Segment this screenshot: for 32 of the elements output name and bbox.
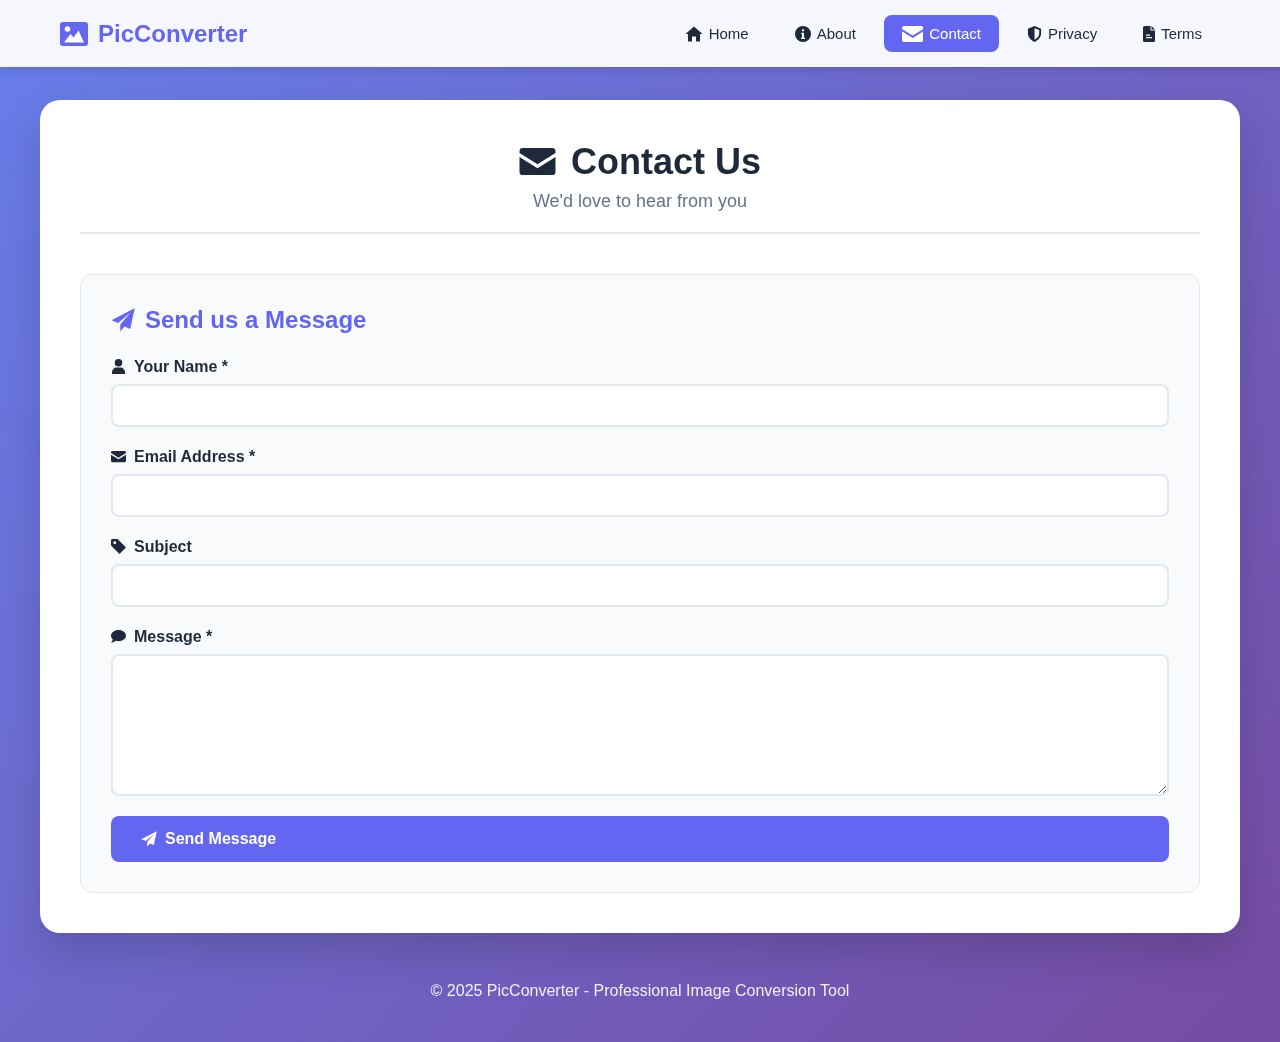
send-message-button[interactable]: Send Message: [111, 816, 1169, 862]
paper-plane-icon: [141, 831, 157, 847]
message-textarea[interactable]: [111, 654, 1169, 796]
field-label: Your Name *: [134, 357, 228, 376]
info-icon: [794, 25, 811, 42]
envelope-icon: [111, 449, 126, 464]
user-icon: [111, 359, 126, 374]
envelope-icon: [901, 25, 924, 42]
input-field[interactable]: [111, 564, 1169, 607]
nav-link[interactable]: Terms: [1125, 15, 1220, 52]
form-heading: Send us a Message: [145, 305, 367, 334]
copyright-text: © 2025 PicConverter - Professional Image Conversion Tool: [430, 981, 850, 1000]
file-icon: [1143, 25, 1156, 42]
home-icon: [684, 25, 703, 42]
field-label: Email Address *: [134, 447, 256, 466]
nav-link[interactable]: Privacy: [1008, 15, 1116, 52]
nav-link[interactable]: Home: [666, 15, 767, 52]
image-icon: [60, 21, 88, 46]
paper-plane-icon: [111, 307, 135, 332]
shield-icon: [1026, 25, 1042, 42]
field-label: Subject: [134, 537, 192, 556]
input-field[interactable]: [111, 384, 1169, 427]
nav-link[interactable]: About: [776, 15, 874, 52]
speech-bubble-icon: [111, 629, 126, 644]
field-label: Message *: [134, 627, 213, 646]
tag-icon: [111, 539, 126, 554]
nav-link[interactable]: Contact: [883, 15, 999, 52]
input-field[interactable]: [111, 474, 1169, 517]
page-title: Contact Us: [571, 140, 761, 183]
logo-link[interactable]: PicConverter: [60, 19, 248, 48]
page-subtitle: We'd love to hear from you: [531, 191, 749, 212]
envelope-icon: [519, 148, 556, 175]
